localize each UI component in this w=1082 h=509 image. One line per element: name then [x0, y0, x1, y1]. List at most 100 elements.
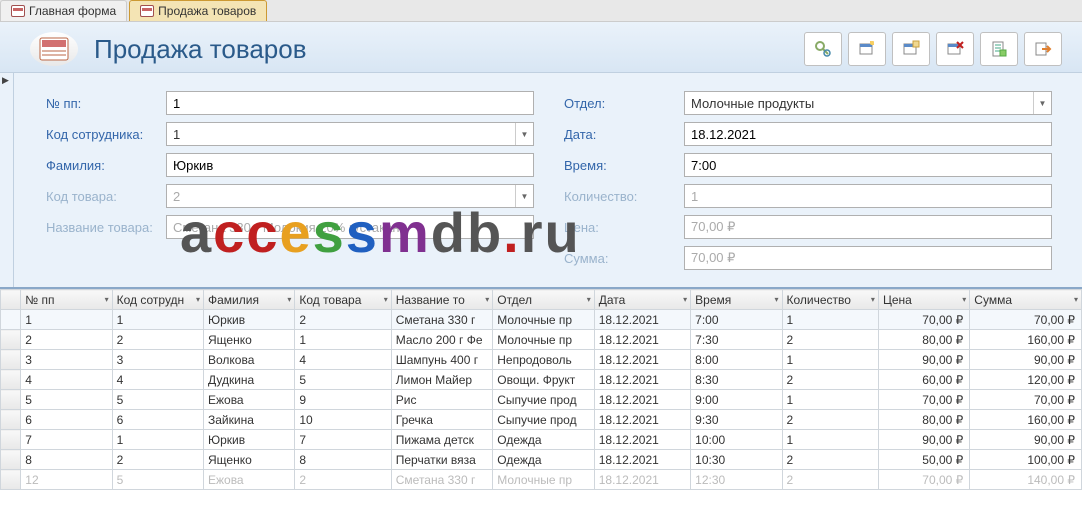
cell[interactable]: 7 [21, 430, 112, 450]
cell[interactable]: 4 [21, 370, 112, 390]
cell[interactable]: 90,00 ₽ [970, 430, 1082, 450]
col-item-name[interactable]: Название то▾ [391, 290, 493, 310]
cell[interactable]: 7:30 [691, 330, 782, 350]
cell[interactable]: Ежова [203, 470, 294, 490]
cell[interactable]: 1 [782, 390, 878, 410]
cell[interactable]: 2 [21, 330, 112, 350]
select-all-cell[interactable] [1, 290, 21, 310]
cell[interactable]: 8:00 [691, 350, 782, 370]
cell[interactable]: 5 [112, 470, 203, 490]
cell[interactable]: 12 [21, 470, 112, 490]
cell[interactable]: 10:00 [691, 430, 782, 450]
cell[interactable]: Ященко [203, 330, 294, 350]
cell[interactable]: 1 [782, 310, 878, 330]
cell[interactable]: 2 [782, 410, 878, 430]
cell[interactable]: 160,00 ₽ [970, 410, 1082, 430]
cell[interactable]: 7 [295, 430, 391, 450]
cell[interactable]: 10 [295, 410, 391, 430]
cell[interactable]: 9:00 [691, 390, 782, 410]
table-row[interactable]: 55Ежова9РисСыпучие прод18.12.20219:00170… [1, 390, 1082, 410]
cell[interactable]: Сыпучие прод [493, 410, 595, 430]
cell[interactable]: Сыпучие прод [493, 390, 595, 410]
row-selector[interactable] [1, 390, 21, 410]
table-row[interactable]: 125Ежова2Сметана 330 гМолочные пр18.12.2… [1, 470, 1082, 490]
report-button[interactable] [980, 32, 1018, 66]
cell[interactable]: 18.12.2021 [594, 390, 690, 410]
row-selector[interactable] [1, 470, 21, 490]
cell[interactable]: 4 [112, 370, 203, 390]
cell[interactable]: 5 [21, 390, 112, 410]
cell[interactable]: Молочные пр [493, 330, 595, 350]
col-no-pp[interactable]: № пп▾ [21, 290, 112, 310]
cell[interactable]: 18.12.2021 [594, 450, 690, 470]
cell[interactable]: Овощи. Фрукт [493, 370, 595, 390]
row-selector[interactable] [1, 370, 21, 390]
combo-emp-code[interactable]: 1 ▼ [166, 122, 534, 146]
cell[interactable]: 80,00 ₽ [878, 410, 969, 430]
table-row[interactable]: 11Юркив2Сметана 330 гМолочные пр18.12.20… [1, 310, 1082, 330]
cell[interactable]: Молочные пр [493, 470, 595, 490]
table-row[interactable]: 71Юркив7Пижама детскОдежда18.12.202110:0… [1, 430, 1082, 450]
cell[interactable]: 50,00 ₽ [878, 450, 969, 470]
cell[interactable]: 1 [295, 330, 391, 350]
cell[interactable]: 70,00 ₽ [878, 310, 969, 330]
cell[interactable]: 7:00 [691, 310, 782, 330]
delete-record-button[interactable] [936, 32, 974, 66]
row-selector[interactable] [1, 430, 21, 450]
cell[interactable]: Рис [391, 390, 493, 410]
cell[interactable]: 1 [112, 310, 203, 330]
cell[interactable]: 2 [295, 310, 391, 330]
cell[interactable]: 2 [782, 470, 878, 490]
col-sum[interactable]: Сумма▾ [970, 290, 1082, 310]
input-time[interactable] [684, 153, 1052, 177]
cell[interactable]: Масло 200 г Фе [391, 330, 493, 350]
table-row[interactable]: 33Волкова4Шампунь 400 гНепродоволь18.12.… [1, 350, 1082, 370]
cell[interactable]: 2 [782, 330, 878, 350]
col-time[interactable]: Время▾ [691, 290, 782, 310]
table-row[interactable]: 82Ященко8Перчатки вязаОдежда18.12.202110… [1, 450, 1082, 470]
col-item-code[interactable]: Код товара▾ [295, 290, 391, 310]
cell[interactable]: Шампунь 400 г [391, 350, 493, 370]
cell[interactable]: Гречка [391, 410, 493, 430]
cell[interactable]: 1 [782, 350, 878, 370]
col-dept[interactable]: Отдел▾ [493, 290, 595, 310]
cell[interactable]: 70,00 ₽ [970, 310, 1082, 330]
cell[interactable]: 70,00 ₽ [878, 470, 969, 490]
chevron-down-icon[interactable]: ▼ [515, 185, 533, 207]
cell[interactable]: 140,00 ₽ [970, 470, 1082, 490]
cell[interactable]: 6 [21, 410, 112, 430]
cell[interactable]: 5 [295, 370, 391, 390]
cell[interactable]: Одежда [493, 430, 595, 450]
cell[interactable]: 3 [112, 350, 203, 370]
cell[interactable]: Ященко [203, 450, 294, 470]
find-button[interactable] [804, 32, 842, 66]
cell[interactable]: 1 [782, 430, 878, 450]
col-emp-code[interactable]: Код сотрудн▾ [112, 290, 203, 310]
cell[interactable]: Пижама детск [391, 430, 493, 450]
input-no-pp[interactable] [166, 91, 534, 115]
cell[interactable]: Волкова [203, 350, 294, 370]
cell[interactable]: Молочные пр [493, 310, 595, 330]
cell[interactable]: 8 [21, 450, 112, 470]
cell[interactable]: 90,00 ₽ [878, 430, 969, 450]
cell[interactable]: 160,00 ₽ [970, 330, 1082, 350]
cell[interactable]: 2 [782, 450, 878, 470]
cell[interactable]: Юркив [203, 310, 294, 330]
record-selector[interactable] [0, 73, 14, 287]
row-selector[interactable] [1, 330, 21, 350]
cell[interactable]: 18.12.2021 [594, 330, 690, 350]
cell[interactable]: 5 [112, 390, 203, 410]
cell[interactable]: Перчатки вяза [391, 450, 493, 470]
cell[interactable]: 6 [112, 410, 203, 430]
cell[interactable]: 18.12.2021 [594, 310, 690, 330]
cell[interactable]: Одежда [493, 450, 595, 470]
table-row[interactable]: 2 2 Ященко1Масло 200 г ФеМолочные пр18.12.… [1, 330, 1082, 350]
cell[interactable]: Сметана 330 г [391, 310, 493, 330]
cell[interactable]: 3 [21, 350, 112, 370]
col-price[interactable]: Цена▾ [878, 290, 969, 310]
cell[interactable]: 8 [295, 450, 391, 470]
cell[interactable]: 70,00 ₽ [878, 390, 969, 410]
col-surname[interactable]: Фамилия▾ [203, 290, 294, 310]
cell[interactable]: 12:30 [691, 470, 782, 490]
combo-item-code[interactable]: 2 ▼ [166, 184, 534, 208]
